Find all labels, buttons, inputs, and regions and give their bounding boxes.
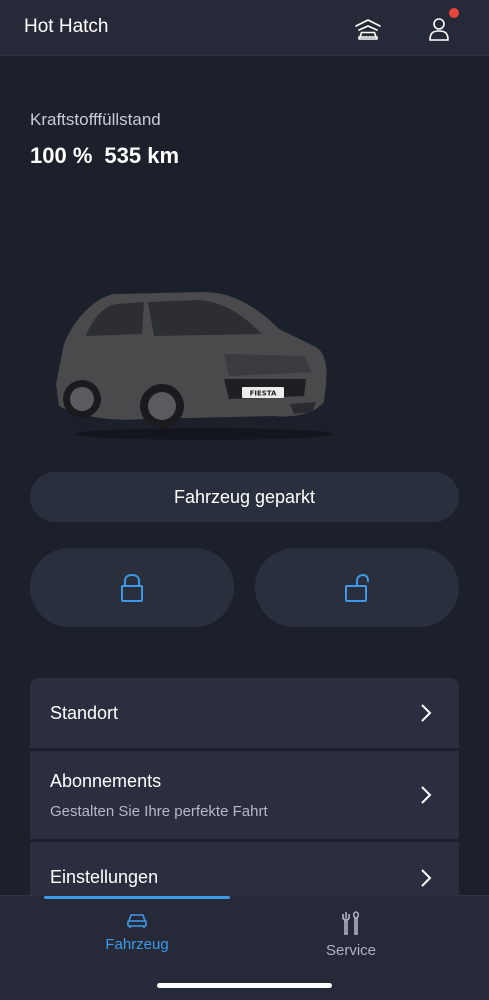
- vehicle-status-pill: Fahrzeug geparkt: [30, 472, 459, 522]
- tools-icon: [342, 911, 360, 935]
- menu-item-einstellungen[interactable]: Einstellungen: [30, 842, 459, 902]
- tab-label: Fahrzeug: [105, 936, 169, 953]
- menu-title: Abonnements: [50, 771, 162, 791]
- tab-fahrzeug[interactable]: Fahrzeug: [57, 906, 217, 966]
- notification-dot: [449, 8, 459, 18]
- unlock-button[interactable]: [255, 548, 459, 627]
- app-title: Hot Hatch: [24, 16, 109, 37]
- chevron-right-icon: [421, 786, 432, 804]
- plate-text: FIESTA: [250, 390, 277, 398]
- garage-icon[interactable]: [353, 14, 383, 44]
- tab-service[interactable]: Service: [271, 906, 431, 966]
- chevron-right-icon: [421, 704, 432, 722]
- fuel-values: 100 % 535 km: [30, 143, 179, 169]
- menu-title: Einstellungen: [50, 867, 159, 887]
- fuel-level: 100 %: [30, 143, 93, 168]
- menu-item-abonnements[interactable]: Abonnements Gestalten Sie Ihre perfekte …: [30, 751, 459, 839]
- chevron-right-icon: [421, 869, 432, 887]
- menu-title: Standort: [50, 703, 119, 723]
- car-icon: [127, 914, 147, 928]
- account-icon[interactable]: [424, 14, 454, 44]
- menu-item-standort[interactable]: Standort: [30, 678, 459, 748]
- vehicle-image: FIESTA: [56, 292, 334, 440]
- fuel-range: 535 km: [104, 143, 180, 168]
- tab-label: Service: [325, 942, 377, 959]
- home-indicator: [157, 983, 332, 988]
- lock-icon: [121, 573, 143, 602]
- top-bar: Hot Hatch: [0, 0, 489, 56]
- fuel-label: Kraftstofffüllstand: [30, 110, 161, 129]
- menu-subtitle: Gestalten Sie Ihre perfekte Fahrt: [50, 803, 268, 820]
- lock-button[interactable]: [30, 548, 234, 627]
- active-tab-indicator: [44, 896, 230, 899]
- unlock-icon: [345, 573, 369, 602]
